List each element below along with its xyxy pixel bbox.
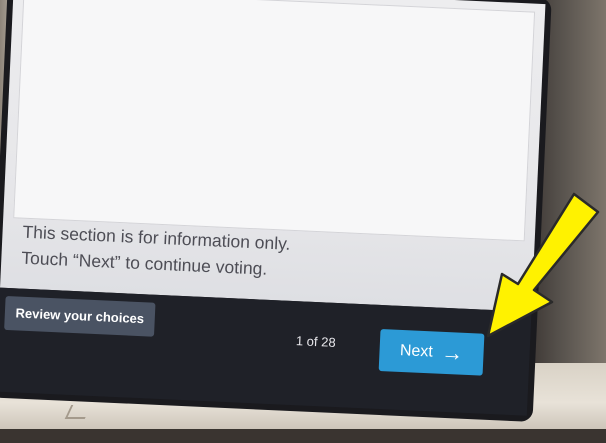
next-button-label: Next <box>399 342 434 361</box>
bezel-notch <box>64 405 92 419</box>
content-area: This section is for information only. To… <box>0 0 546 312</box>
page-counter: 1 of 28 <box>295 333 336 350</box>
voting-screen: This section is for information only. To… <box>0 0 546 416</box>
yellow-pointer-arrow-icon <box>486 192 600 338</box>
review-choices-button[interactable]: Review your choices <box>4 295 156 337</box>
bezel-bottom-edge <box>0 429 606 443</box>
arrow-right-icon: → <box>440 339 464 366</box>
next-button[interactable]: Next → <box>378 328 485 376</box>
information-card <box>13 0 536 242</box>
